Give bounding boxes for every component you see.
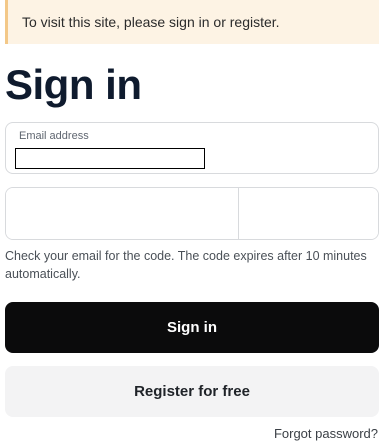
- register-button[interactable]: Register for free: [5, 366, 379, 417]
- sign-in-button[interactable]: Sign in: [5, 302, 379, 353]
- email-field-label: Email address: [19, 130, 89, 142]
- verification-code-input: [5, 187, 379, 240]
- sign-in-page: To visit this site, please sign in or re…: [0, 0, 379, 446]
- email-field[interactable]: [15, 148, 205, 169]
- code-expiry-hint: Check your email for the code. The code …: [5, 249, 367, 281]
- notice-text: To visit this site, please sign in or re…: [22, 14, 280, 30]
- email-field-container[interactable]: Email address: [5, 122, 379, 174]
- sign-in-notice-banner: To visit this site, please sign in or re…: [5, 0, 379, 44]
- page-title: Sign in: [5, 61, 142, 108]
- code-digit-2[interactable]: [239, 188, 378, 239]
- code-digit-1[interactable]: [6, 188, 239, 239]
- forgot-password-link[interactable]: Forgot password?: [274, 426, 378, 441]
